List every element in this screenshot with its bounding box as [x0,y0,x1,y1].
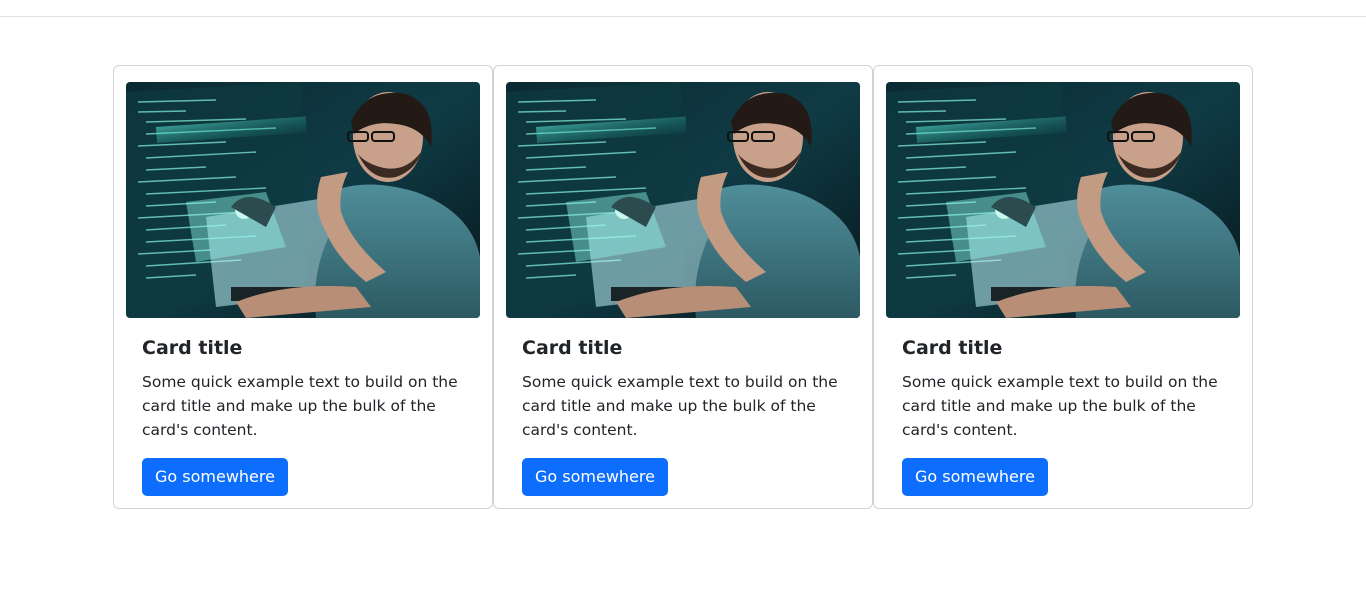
card-body: Card title Some quick example text to bu… [506,318,860,496]
card: Card title Some quick example text to bu… [113,65,493,509]
go-somewhere-button[interactable]: Go somewhere [902,458,1048,496]
card-title: Card title [142,337,243,359]
card-text: Some quick example text to build on the … [902,373,1218,439]
card: Card title Some quick example text to bu… [493,65,873,509]
card: Card title Some quick example text to bu… [873,65,1253,509]
card-body: Card title Some quick example text to bu… [126,318,480,496]
card-image [886,82,1240,318]
card-body: Card title Some quick example text to bu… [886,318,1240,496]
card-title: Card title [522,337,623,359]
go-somewhere-button[interactable]: Go somewhere [522,458,668,496]
card-image [506,82,860,318]
top-navbar [0,0,1366,17]
card-image [126,82,480,318]
cards-row: Card title Some quick example text to bu… [113,65,1253,509]
card-title: Card title [902,337,1003,359]
card-text: Some quick example text to build on the … [142,373,458,439]
card-text: Some quick example text to build on the … [522,373,838,439]
go-somewhere-button[interactable]: Go somewhere [142,458,288,496]
